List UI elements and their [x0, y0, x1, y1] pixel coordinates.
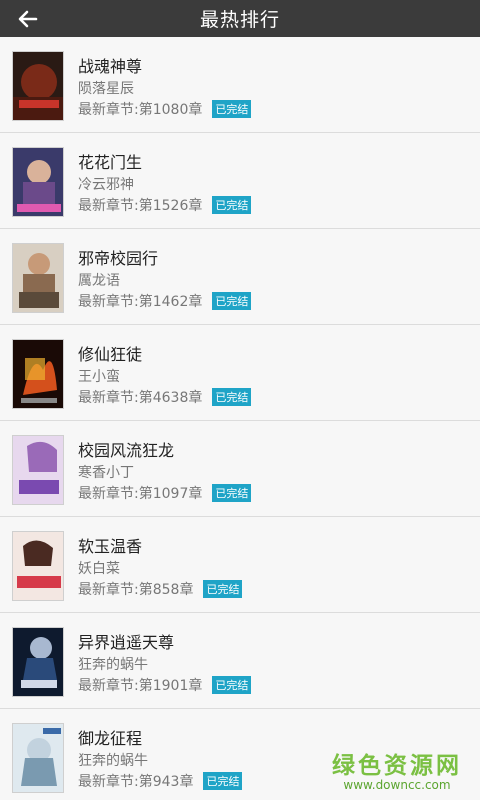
book-row[interactable]: 校园风流狂龙 寒香小丁 最新章节:第1097章 已完结 [0, 421, 480, 517]
latest-chapter-text: 最新章节:第858章 [78, 582, 194, 598]
latest-chapter-text: 最新章节:第4638章 [78, 390, 203, 406]
book-author: 冷云邪神 [78, 177, 134, 193]
latest-chapter-text: 最新章节:第1901章 [78, 678, 203, 694]
latest-chapter-text: 最新章节:第1097章 [78, 486, 203, 502]
book-title: 校园风流狂龙 [78, 441, 175, 460]
status-badge: 已完结 [212, 292, 252, 310]
book-author: 狂奔的蜗牛 [78, 753, 148, 769]
book-author: 狂奔的蜗牛 [78, 657, 148, 673]
latest-chapter-text: 最新章节:第1526章 [78, 198, 203, 214]
book-cover [12, 51, 64, 121]
book-cover [12, 147, 64, 217]
latest-chapter: 最新章节:第1080章 已完结 [78, 99, 252, 119]
status-badge: 已完结 [203, 580, 243, 598]
book-row[interactable]: 异界逍遥天尊 狂奔的蜗牛 最新章节:第1901章 已完结 [0, 613, 480, 709]
latest-chapter-text: 最新章节:第1080章 [78, 102, 203, 118]
status-badge: 已完结 [212, 676, 252, 694]
status-badge: 已完结 [212, 100, 252, 118]
book-title: 异界逍遥天尊 [78, 633, 175, 652]
book-row[interactable]: 邪帝校园行 厲龙语 最新章节:第1462章 已完结 [0, 229, 480, 325]
book-cover [12, 435, 64, 505]
book-author: 王小蛮 [78, 369, 120, 385]
book-row[interactable]: 修仙狂徒 王小蛮 最新章节:第4638章 已完结 [0, 325, 480, 421]
book-list[interactable]: 战魂神尊 陨落星辰 最新章节:第1080章 已完结 花花门生 冷云邪神 最新章节:… [0, 37, 480, 800]
book-cover [12, 531, 64, 601]
book-author: 陨落星辰 [78, 81, 134, 97]
book-cover [12, 723, 64, 793]
top-bar: 最热排行 [0, 0, 480, 37]
book-author: 妖白菜 [78, 561, 120, 577]
book-cover [12, 243, 64, 313]
book-row[interactable]: 软玉温香 妖白菜 最新章节:第858章 已完结 [0, 517, 480, 613]
book-title: 修仙狂徒 [78, 345, 143, 364]
book-title: 御龙征程 [78, 729, 143, 748]
book-title: 软玉温香 [78, 537, 143, 556]
status-badge: 已完结 [203, 772, 243, 790]
latest-chapter-text: 最新章节:第1462章 [78, 294, 203, 310]
latest-chapter: 最新章节:第1097章 已完结 [78, 483, 252, 503]
book-title: 花花门生 [78, 153, 143, 172]
status-badge: 已完结 [212, 484, 252, 502]
book-row[interactable]: 花花门生 冷云邪神 最新章节:第1526章 已完结 [0, 133, 480, 229]
latest-chapter: 最新章节:第943章 已完结 [78, 771, 243, 791]
book-cover [12, 339, 64, 409]
latest-chapter: 最新章节:第1462章 已完结 [78, 291, 252, 311]
back-button[interactable] [14, 5, 42, 33]
book-author: 厲龙语 [78, 273, 120, 289]
book-row[interactable]: 御龙征程 狂奔的蜗牛 最新章节:第943章 已完结 [0, 709, 480, 800]
status-badge: 已完结 [212, 196, 252, 214]
latest-chapter: 最新章节:第4638章 已完结 [78, 387, 252, 407]
latest-chapter: 最新章节:第1901章 已完结 [78, 675, 252, 695]
back-arrow-icon [18, 10, 38, 28]
book-cover [12, 627, 64, 697]
book-title: 战魂神尊 [78, 57, 143, 76]
page-title: 最热排行 [199, 9, 280, 31]
book-row[interactable]: 战魂神尊 陨落星辰 最新章节:第1080章 已完结 [0, 37, 480, 133]
latest-chapter: 最新章节:第858章 已完结 [78, 579, 243, 599]
book-title: 邪帝校园行 [78, 249, 159, 268]
book-author: 寒香小丁 [78, 465, 134, 481]
status-badge: 已完结 [212, 388, 252, 406]
latest-chapter-text: 最新章节:第943章 [78, 774, 194, 790]
latest-chapter: 最新章节:第1526章 已完结 [78, 195, 252, 215]
